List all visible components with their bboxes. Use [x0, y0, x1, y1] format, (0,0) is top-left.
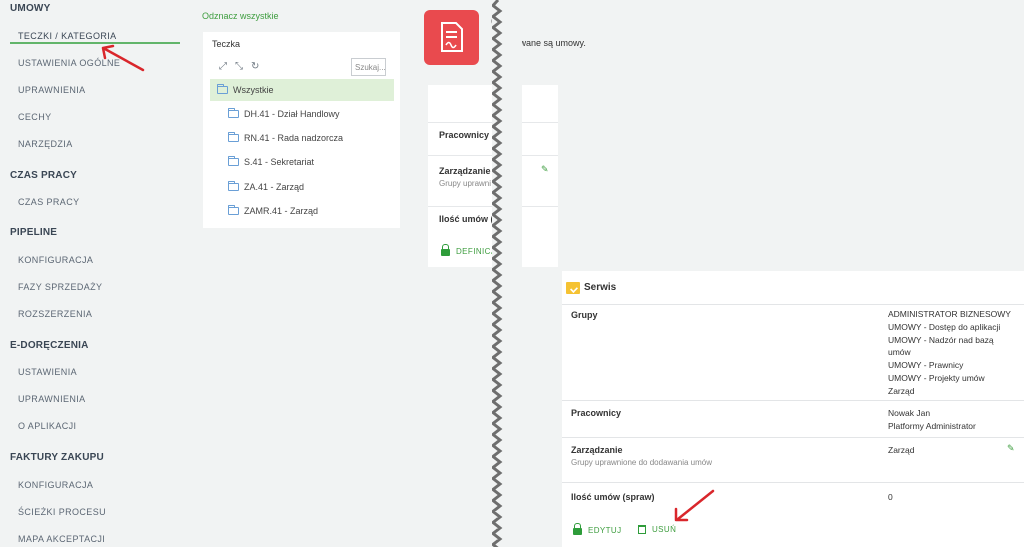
pracownicy-values: Nowak Jan Platformy Administrator: [888, 407, 976, 433]
sidebar-item-ustawienia-ogolne[interactable]: USTAWIENIA OGÓLNE: [18, 58, 120, 68]
grupy-value: ADMINISTRATOR BIZNESOWY: [888, 309, 1011, 319]
serwis-header: Serwis: [562, 271, 1024, 305]
grupy-value: UMOWY - Dostęp do aplikacji: [888, 321, 1001, 332]
tree-item-s41[interactable]: S.41 - Sekretariat: [228, 151, 314, 173]
app-desc-frag-2: wane są umowy.: [519, 38, 586, 48]
grupy-value: UMOWY - Nadzór nad bazą: [888, 334, 994, 345]
pracownicy-value: Platformy Administrator: [888, 420, 976, 431]
zarzadzanie-label: Zarządzanie: [571, 445, 623, 455]
divider: [562, 400, 1024, 401]
zarzadzanie-sub: Grupy uprawnione do dodawania umów: [571, 458, 712, 467]
tree-item-label: DH.41 - Dział Handlowy: [244, 109, 340, 119]
serwis-title: Serwis: [584, 282, 617, 293]
folder-icon: [228, 181, 239, 191]
grupy-values: ADMINISTRATOR BIZNESOWY UMOWY - Dostęp d…: [888, 308, 1011, 398]
sidebar-item-fazy-sprzedazy[interactable]: FAZY SPRZEDAŻY: [18, 282, 102, 292]
divider: [562, 437, 1024, 438]
edit-button-label: EDYTUJ: [588, 525, 622, 535]
mid-zarzadzanie-sub: Grupy uprawni: [439, 179, 492, 188]
sidebar-item-uprawnienia[interactable]: UPRAWNIENIA: [18, 85, 86, 95]
tree-item-label: Wszystkie: [233, 85, 274, 95]
folder-panel: Teczka ⤢ ⤡ ↻ Wszystkie DH.41 - Dział Han…: [203, 32, 400, 228]
sidebar: UMOWY TECZKI / KATEGORIA USTAWIENIA OGÓL…: [0, 0, 190, 547]
section-czas-pracy: CZAS PRACY: [10, 170, 78, 181]
serwis-card: Serwis Grupy ADMINISTRATOR BIZNESOWY UMO…: [562, 271, 1024, 547]
lock-icon: [573, 523, 582, 535]
tree-item-dh41[interactable]: DH.41 - Dział Handlowy: [228, 103, 340, 125]
mid-zarzadzanie-label: Zarządzanie: [439, 166, 491, 176]
sidebar-item-cechy[interactable]: CECHY: [18, 112, 52, 122]
divider: [562, 482, 1024, 483]
folder-upload-icon: [566, 281, 580, 294]
collapse-all-icon[interactable]: ⤡: [235, 61, 243, 72]
ilosc-label: Ilość umów (spraw): [571, 492, 655, 502]
sidebar-item-o-aplikacji[interactable]: O APLIKACJI: [18, 421, 76, 431]
tree-item-label: RN.41 - Rada nadzorcza: [244, 133, 344, 143]
folder-panel-title: Teczka: [212, 39, 241, 49]
folder-icon: [228, 108, 239, 118]
delete-button[interactable]: USUŃ: [638, 525, 676, 534]
delete-button-label: USUŃ: [652, 525, 677, 534]
folder-icon: [217, 84, 228, 94]
grupy-value: UMOWY - Prawnicy: [888, 360, 964, 371]
sidebar-item-narzedzia[interactable]: NARZĘDZIA: [18, 139, 73, 149]
sidebar-item-rozszerzenia[interactable]: ROZSZERZENIA: [18, 309, 92, 319]
ilosc-value: 0: [888, 492, 893, 502]
edit-button[interactable]: EDYTUJ: [573, 523, 622, 535]
contract-app-icon: [424, 10, 479, 65]
sidebar-item-teczki-kategoria[interactable]: TECZKI / KATEGORIA: [18, 31, 117, 41]
tree-item-label: S.41 - Sekretariat: [244, 157, 315, 167]
sidebar-item-uprawnienia-ed[interactable]: UPRAWNIENIA: [18, 394, 86, 404]
sidebar-item-konfiguracja[interactable]: KONFIGURACJA: [18, 255, 93, 265]
folder-search-input[interactable]: [351, 58, 386, 76]
tree-item-label: ZAMR.41 - Zarząd: [244, 206, 319, 216]
tree-item-rn41[interactable]: RN.41 - Rada nadzorcza: [228, 127, 343, 149]
grupy-value: umów: [888, 347, 911, 358]
grupy-value: Zarząd: [888, 385, 915, 396]
folder-icon: [228, 132, 239, 142]
sidebar-item-sciezki-procesu[interactable]: ŚCIEŻKI PROCESU: [18, 507, 106, 517]
edit-pencil-icon[interactable]: ✎: [541, 164, 549, 175]
tree-item-label: ZA.41 - Zarząd: [244, 182, 305, 192]
section-e-doreczenia: E-DORĘCZENIA: [10, 340, 89, 351]
pracownicy-label: Pracownicy: [571, 408, 622, 418]
expand-all-icon[interactable]: ⤢: [219, 61, 227, 72]
torn-edge: [492, 0, 522, 547]
refresh-icon[interactable]: ↻: [251, 61, 259, 72]
tree-item-zamr41[interactable]: ZAMR.41 - Zarząd: [228, 200, 318, 222]
mid-pracownicy-label: Pracownicy: [439, 130, 490, 140]
edit-pencil-icon[interactable]: ✎: [1007, 443, 1015, 454]
sidebar-item-konfiguracja-fz[interactable]: KONFIGURACJA: [18, 480, 93, 490]
folder-icon: [228, 156, 239, 166]
lock-icon: [441, 244, 450, 256]
zarzadzanie-value: Zarząd: [888, 445, 915, 455]
sidebar-item-mapa-akceptacji[interactable]: MAPA AKCEPTACJI: [18, 534, 105, 544]
section-faktury-zakupu: FAKTURY ZAKUPU: [10, 452, 104, 463]
active-item-underline: [10, 42, 180, 44]
grupy-label: Grupy: [571, 310, 598, 320]
sidebar-item-ustawienia[interactable]: USTAWIENIA: [18, 367, 77, 377]
unmark-all-link[interactable]: Odznacz wszystkie: [202, 11, 279, 21]
pracownicy-value: Nowak Jan: [888, 408, 931, 418]
trash-icon: [638, 525, 646, 534]
grupy-value: UMOWY - Projekty umów: [888, 372, 985, 383]
sidebar-item-czas-pracy[interactable]: CZAS PRACY: [18, 197, 80, 207]
section-umowy: UMOWY: [10, 3, 51, 14]
tree-item-wszystkie[interactable]: Wszystkie: [210, 79, 394, 101]
tree-item-za41[interactable]: ZA.41 - Zarząd: [228, 176, 304, 198]
folder-icon: [228, 205, 239, 215]
section-pipeline: PIPELINE: [10, 227, 58, 238]
